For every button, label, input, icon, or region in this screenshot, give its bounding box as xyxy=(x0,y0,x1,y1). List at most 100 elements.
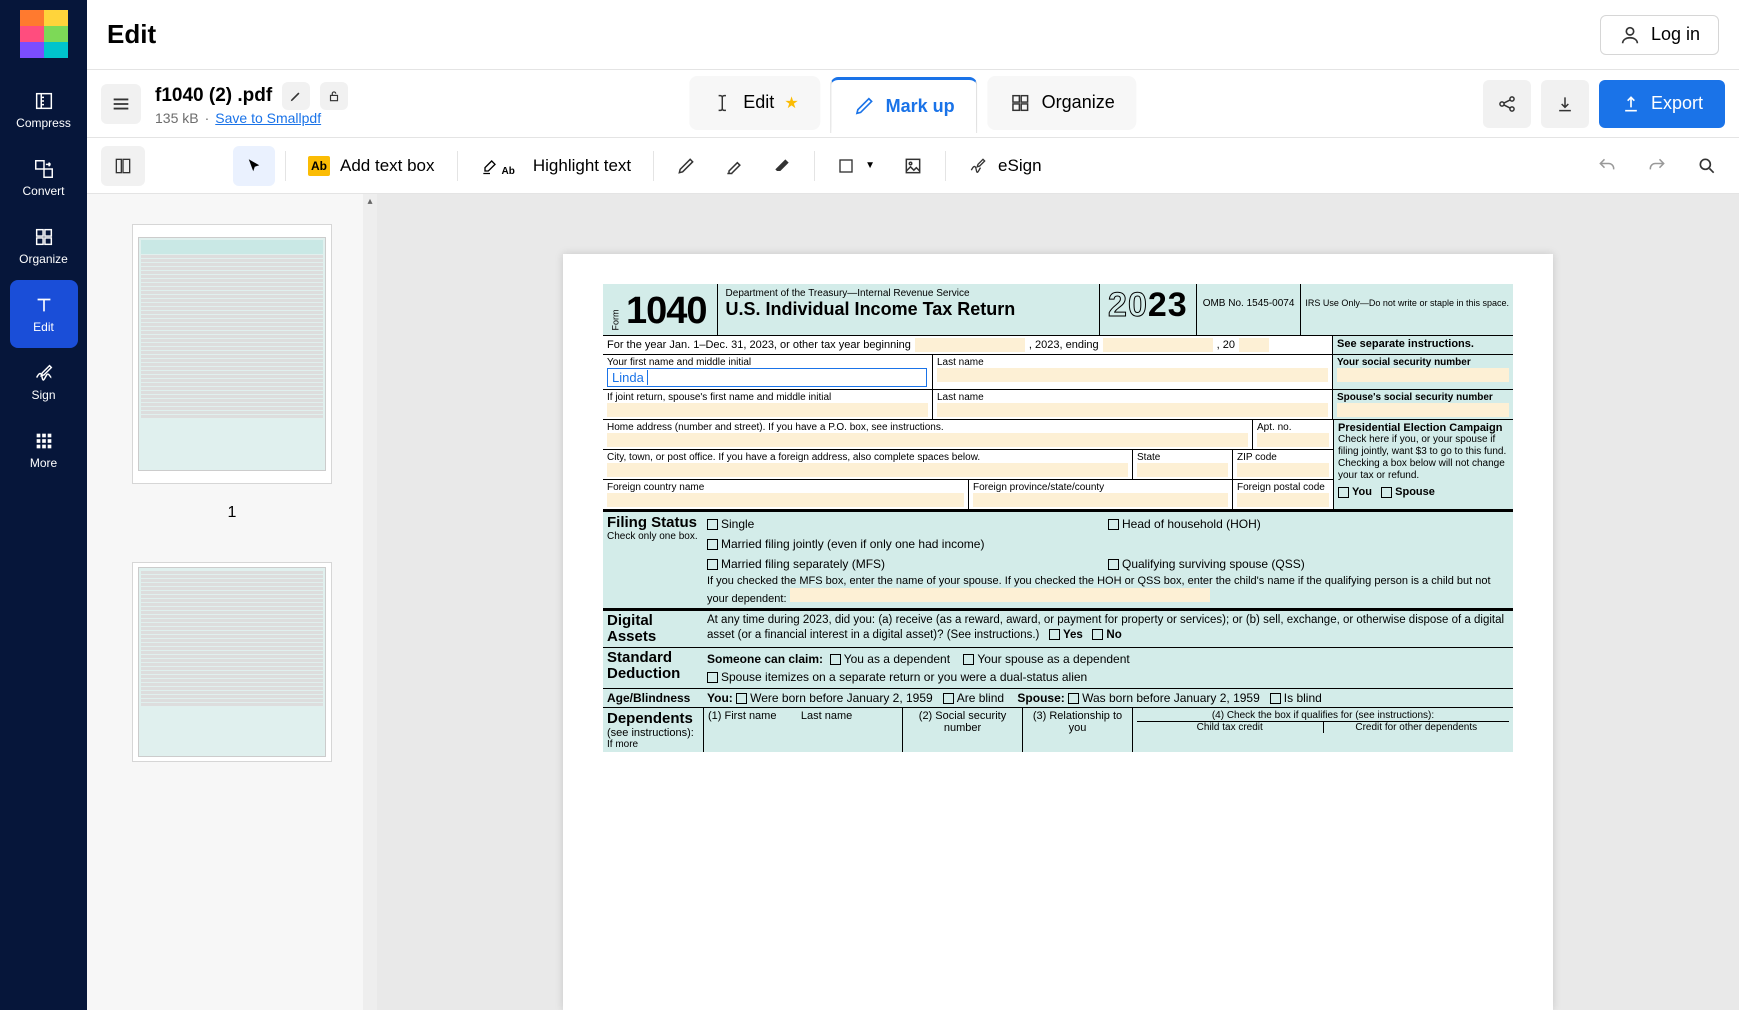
marker-icon xyxy=(724,156,744,176)
search-button[interactable] xyxy=(1689,146,1725,186)
rail-label: More xyxy=(30,456,57,470)
spouse-dependent-checkbox[interactable] xyxy=(963,654,974,665)
mfs-checkbox[interactable] xyxy=(707,559,718,570)
page-title: Edit xyxy=(107,19,156,50)
tab-label: Mark up xyxy=(886,96,955,117)
eraser-tool[interactable] xyxy=(760,146,804,186)
spouse-last-name-field[interactable] xyxy=(937,403,1328,417)
last-name-field[interactable] xyxy=(937,368,1328,382)
digital-no-checkbox[interactable] xyxy=(1092,629,1103,640)
user-icon xyxy=(1619,24,1641,46)
rail-label: Convert xyxy=(22,184,64,198)
tax-year-end-field[interactable] xyxy=(1103,338,1213,352)
convert-icon xyxy=(33,158,55,180)
menu-icon xyxy=(110,93,132,115)
square-icon xyxy=(837,157,855,175)
grid-icon xyxy=(1010,92,1032,114)
form-number: 1040 xyxy=(626,290,707,333)
login-button[interactable]: Log in xyxy=(1600,15,1719,55)
export-button[interactable]: Export xyxy=(1599,80,1725,128)
tax-year-century-field[interactable] xyxy=(1239,338,1269,352)
lock-button[interactable] xyxy=(320,82,348,110)
thumb-page-number: 1 xyxy=(87,504,377,522)
download-icon xyxy=(1555,94,1575,114)
text-icon xyxy=(33,294,55,316)
mfs-name-field[interactable] xyxy=(790,588,1210,602)
tab-organize[interactable]: Organize xyxy=(988,76,1137,130)
thumbnail-panel: ▴ 1 xyxy=(87,194,377,1010)
tool-label: eSign xyxy=(998,156,1041,176)
undo-button[interactable] xyxy=(1589,146,1625,186)
file-name: f1040 (2) .pdf xyxy=(155,85,272,107)
save-link[interactable]: Save to Smallpdf xyxy=(215,110,321,126)
thumbnails-toggle[interactable] xyxy=(101,146,145,186)
share-button[interactable] xyxy=(1483,80,1531,128)
left-rail: Compress Convert Organize Edit Sign More xyxy=(0,0,87,1010)
digital-yes-checkbox[interactable] xyxy=(1049,629,1060,640)
select-tool[interactable] xyxy=(233,146,275,186)
rail-more[interactable]: More xyxy=(10,416,78,484)
rail-label: Compress xyxy=(16,116,71,130)
ssn-field[interactable] xyxy=(1337,368,1509,382)
you-blind-checkbox[interactable] xyxy=(943,693,954,704)
mode-tabs: Edit ★ Mark up Organize xyxy=(689,76,1136,132)
omb-label: OMB No. 1545-0074 xyxy=(1196,284,1301,335)
added-text-box[interactable]: Linda xyxy=(607,368,927,387)
qss-checkbox[interactable] xyxy=(1108,559,1119,570)
city-field[interactable] xyxy=(607,463,1128,477)
pec-you-checkbox[interactable] xyxy=(1338,487,1349,498)
itemize-checkbox[interactable] xyxy=(707,672,718,683)
rail-sign[interactable]: Sign xyxy=(10,348,78,416)
redo-button[interactable] xyxy=(1639,146,1675,186)
markup-toolbar: AbAdd text box AbHighlight text ▼ eSign xyxy=(87,138,1739,194)
menu-button[interactable] xyxy=(101,84,141,124)
you-dependent-checkbox[interactable] xyxy=(830,654,841,665)
document-viewport[interactable]: Form1040 Department of the Treasury—Inte… xyxy=(377,194,1739,1010)
hoh-checkbox[interactable] xyxy=(1108,519,1119,530)
pencil-tool[interactable] xyxy=(664,146,708,186)
highlight-tool[interactable]: AbHighlight text xyxy=(468,146,644,186)
image-tool[interactable] xyxy=(891,146,935,186)
state-field[interactable] xyxy=(1137,463,1228,477)
spouse-ssn-field[interactable] xyxy=(1337,403,1509,417)
thumbnail-page-1[interactable] xyxy=(132,224,332,484)
spouse-first-name-field[interactable] xyxy=(607,403,928,417)
dependents-label: Dependents xyxy=(607,710,693,727)
spouse-born-checkbox[interactable] xyxy=(1068,693,1079,704)
form-title: U.S. Individual Income Tax Return xyxy=(726,299,1091,320)
foreign-province-field[interactable] xyxy=(973,493,1228,507)
rail-edit[interactable]: Edit xyxy=(10,280,78,348)
mfj-checkbox[interactable] xyxy=(707,539,718,550)
you-born-checkbox[interactable] xyxy=(736,693,747,704)
rail-convert[interactable]: Convert xyxy=(10,144,78,212)
rail-label: Sign xyxy=(31,388,55,402)
spouse-blind-checkbox[interactable] xyxy=(1270,693,1281,704)
age-blindness-label: Age/Blindness xyxy=(607,691,690,705)
pdf-page: Form1040 Department of the Treasury—Inte… xyxy=(563,254,1553,1010)
compress-icon xyxy=(33,90,55,112)
apt-field[interactable] xyxy=(1257,433,1329,447)
esign-tool[interactable]: eSign xyxy=(956,146,1053,186)
tax-year-begin-field[interactable] xyxy=(915,338,1025,352)
rail-compress[interactable]: Compress xyxy=(10,76,78,144)
address-field[interactable] xyxy=(607,433,1248,447)
file-meta: f1040 (2) .pdf 135 kB · Save to Smallpdf xyxy=(155,82,348,126)
shape-tool[interactable]: ▼ xyxy=(825,146,887,186)
pec-spouse-checkbox[interactable] xyxy=(1381,487,1392,498)
pec-body: Check here if you, or your spouse if fil… xyxy=(1338,434,1509,482)
foreign-postal-field[interactable] xyxy=(1237,493,1329,507)
thumbs-scrollbar[interactable]: ▴ xyxy=(363,194,377,1010)
app-logo[interactable] xyxy=(20,10,68,58)
download-button[interactable] xyxy=(1541,80,1589,128)
tool-label: Highlight text xyxy=(533,156,631,176)
rail-organize[interactable]: Organize xyxy=(10,212,78,280)
add-text-tool[interactable]: AbAdd text box xyxy=(296,146,447,186)
thumbnail-page-2[interactable] xyxy=(132,562,332,762)
zip-field[interactable] xyxy=(1237,463,1329,477)
tab-edit[interactable]: Edit ★ xyxy=(689,76,820,130)
rename-button[interactable] xyxy=(282,82,310,110)
tab-markup[interactable]: Mark up xyxy=(831,77,978,133)
foreign-country-field[interactable] xyxy=(607,493,964,507)
marker-tool[interactable] xyxy=(712,146,756,186)
single-checkbox[interactable] xyxy=(707,519,718,530)
